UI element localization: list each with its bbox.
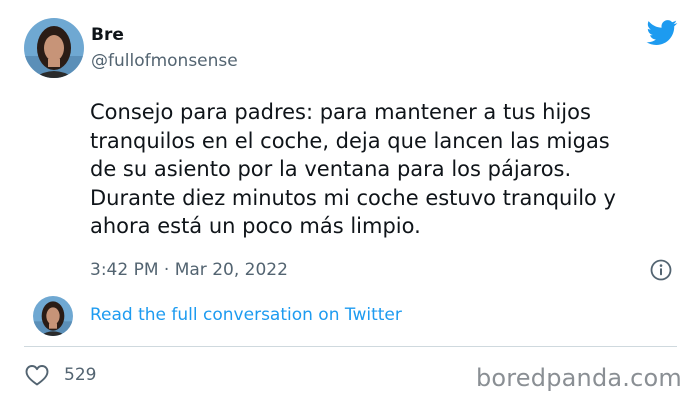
twitter-bird-icon[interactable] — [646, 20, 678, 46]
tweet-timestamp[interactable]: 3:42 PM · Mar 20, 2022 — [90, 260, 288, 280]
tweet-text-line: Consejo para padres: para mantener a tus… — [90, 100, 591, 124]
tweet-text: Consejo para padres: para mantener a tus… — [90, 98, 680, 241]
reply-avatar[interactable] — [33, 296, 73, 336]
like-count[interactable]: 529 — [64, 365, 96, 385]
tweet-text-line: Durante diez minutos mi coche estuvo tra… — [90, 185, 616, 210]
divider — [24, 346, 677, 347]
author-handle[interactable]: @fullofmonsense — [91, 51, 238, 71]
tweet-text-line: tranquilos en el coche, deja que lancen … — [90, 128, 610, 153]
tweet-text-line: de su asiento por la ventana para los pá… — [90, 157, 572, 181]
author-name[interactable]: Bre — [91, 25, 124, 45]
author-avatar[interactable] — [24, 18, 84, 78]
info-icon[interactable] — [650, 259, 672, 281]
heart-icon[interactable] — [24, 363, 50, 387]
read-conversation-link[interactable]: Read the full conversation on Twitter — [90, 305, 402, 325]
watermark: boredpanda.com — [475, 364, 682, 392]
tweet-text-line: ahora está un poco más limpio. — [90, 214, 421, 238]
